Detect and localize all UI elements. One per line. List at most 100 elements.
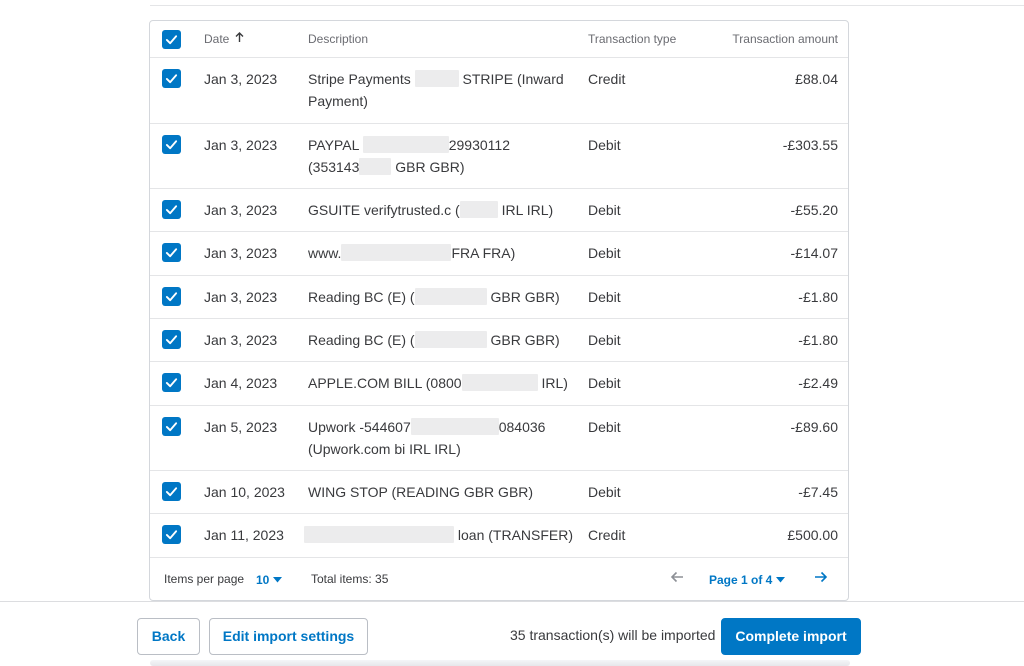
items-per-page-label: Items per page	[164, 572, 245, 586]
column-header-amount[interactable]: Transaction amount	[732, 21, 838, 58]
row-date: Jan 10, 2023	[204, 484, 285, 500]
redacted-text	[359, 158, 392, 175]
column-header-description[interactable]: Description	[308, 21, 578, 58]
row-date: Jan 3, 2023	[204, 332, 278, 348]
row-checkbox[interactable]	[162, 243, 181, 262]
checkmark-icon	[165, 335, 178, 345]
row-amount: £500.00	[787, 527, 838, 543]
checkmark-icon	[165, 248, 178, 258]
row-description: WING STOP (READING GBR GBR)	[308, 484, 534, 500]
row-description: Upwork -544607 084036 (Upwork.com bi IRL …	[308, 418, 546, 457]
row-description: www. FRA FRA)	[308, 244, 516, 261]
row-description: PAYPAL 29930112 (353143 GBR GBR)	[308, 136, 510, 175]
sort-ascending-icon[interactable]	[235, 21, 244, 58]
row-type: Debit	[588, 419, 621, 435]
table-header: Date Description Transaction type Transa…	[150, 21, 848, 58]
row-type: Debit	[588, 289, 621, 305]
row-date: Jan 3, 2023	[204, 71, 278, 87]
page-select[interactable]: Page 1 of 4	[709, 572, 786, 587]
row-checkbox[interactable]	[162, 287, 181, 306]
table-row[interactable]: Jan 3, 2023 PAYPAL 29930112 (353143 GBR …	[150, 124, 848, 189]
column-header-type[interactable]: Transaction type	[588, 21, 676, 58]
row-amount: -£55.20	[790, 202, 838, 218]
column-header-date-label: Date	[204, 32, 230, 46]
row-description: Reading BC (E) ( GBR GBR)	[308, 288, 560, 305]
redacted-text	[414, 331, 487, 348]
row-checkbox[interactable]	[162, 330, 181, 349]
row-type: Debit	[588, 332, 621, 348]
redacted-text	[341, 244, 452, 261]
row-amount: -£1.80	[798, 289, 838, 305]
table-row[interactable]: Jan 11, 2023 loan (TRANSFER) Credit £500…	[150, 514, 848, 558]
row-checkbox[interactable]	[162, 525, 181, 544]
checkmark-icon	[165, 74, 178, 84]
bottom-shadow	[150, 660, 850, 666]
row-description: loan (TRANSFER)	[304, 524, 574, 546]
row-date: Jan 11, 2023	[204, 527, 284, 543]
row-amount: -£2.49	[798, 375, 838, 391]
row-amount: -£7.45	[798, 484, 838, 500]
row-description: Stripe Payments STRIPE (Inward Payment)	[308, 70, 564, 109]
transactions-table: Date Description Transaction type Transa…	[149, 20, 849, 601]
chevron-down-icon	[273, 572, 283, 586]
redacted-text	[459, 201, 498, 218]
row-checkbox[interactable]	[162, 200, 181, 219]
row-date: Jan 5, 2023	[204, 419, 278, 435]
column-header-date[interactable]: Date	[204, 21, 244, 58]
checkmark-icon	[165, 487, 178, 497]
row-description: APPLE.COM BILL (0800 IRL)	[308, 374, 568, 391]
row-amount: -£303.55	[782, 137, 838, 153]
checkmark-icon	[165, 422, 178, 432]
page-indicator: Page 1 of 4	[709, 573, 773, 587]
redacted-text	[414, 288, 487, 305]
checkmark-icon	[165, 292, 178, 302]
table-row[interactable]: Jan 3, 2023 Reading BC (E) ( GBR GBR) De…	[150, 319, 848, 362]
previous-page-icon[interactable]	[670, 570, 684, 587]
checkmark-icon	[165, 35, 178, 45]
chevron-down-icon	[776, 572, 786, 586]
table-row[interactable]: Jan 5, 2023 Upwork -544607 084036 (Upwork…	[150, 406, 848, 471]
table-row[interactable]: Jan 3, 2023 GSUITE verifytrusted.c ( IRL…	[150, 189, 848, 232]
redacted-text	[362, 136, 449, 153]
page-top-divider	[150, 0, 1024, 6]
table-pagination: Items per page 10 Total items: 35 Page 1…	[150, 558, 848, 600]
checkmark-icon	[165, 205, 178, 215]
row-type: Credit	[588, 71, 626, 87]
row-type: Debit	[588, 375, 621, 391]
row-amount: £88.04	[795, 71, 838, 87]
table-row[interactable]: Jan 10, 2023 WING STOP (READING GBR GBR)…	[150, 471, 848, 514]
edit-import-settings-button[interactable]: Edit import settings	[209, 618, 368, 655]
row-amount: -£89.60	[790, 419, 838, 435]
row-checkbox[interactable]	[162, 135, 181, 154]
row-date: Jan 3, 2023	[204, 202, 278, 218]
items-per-page-value: 10	[256, 573, 270, 587]
items-per-page-select[interactable]: 10	[256, 572, 283, 587]
row-type: Debit	[588, 484, 621, 500]
row-amount: -£1.80	[798, 332, 838, 348]
row-type: Debit	[588, 137, 621, 153]
row-checkbox[interactable]	[162, 69, 181, 88]
redacted-text	[304, 526, 454, 543]
checkmark-icon	[165, 140, 178, 150]
checkmark-icon	[165, 530, 178, 540]
select-all-checkbox[interactable]	[162, 30, 181, 49]
next-page-icon[interactable]	[814, 570, 828, 587]
back-button[interactable]: Back	[137, 618, 200, 655]
table-row[interactable]: Jan 3, 2023 www. FRA FRA) Debit -£14.07	[150, 232, 848, 276]
row-checkbox[interactable]	[162, 373, 181, 392]
table-row[interactable]: Jan 4, 2023 APPLE.COM BILL (0800 IRL) De…	[150, 362, 848, 406]
row-checkbox[interactable]	[162, 417, 181, 436]
row-checkbox[interactable]	[162, 482, 181, 501]
redacted-text	[410, 418, 499, 435]
redacted-text	[461, 374, 538, 391]
import-count-message: 35 transaction(s) will be imported	[510, 627, 716, 643]
total-items: Total items: 35	[311, 572, 389, 586]
row-type: Credit	[588, 527, 626, 543]
redacted-text	[414, 70, 459, 87]
table-row[interactable]: Jan 3, 2023 Reading BC (E) ( GBR GBR) De…	[150, 276, 848, 319]
complete-import-button[interactable]: Complete import	[721, 618, 861, 655]
row-date: Jan 3, 2023	[204, 137, 278, 153]
checkmark-icon	[165, 378, 178, 388]
row-description: Reading BC (E) ( GBR GBR)	[308, 331, 560, 348]
table-row[interactable]: Jan 3, 2023 Stripe Payments STRIPE (Inwa…	[150, 58, 848, 124]
